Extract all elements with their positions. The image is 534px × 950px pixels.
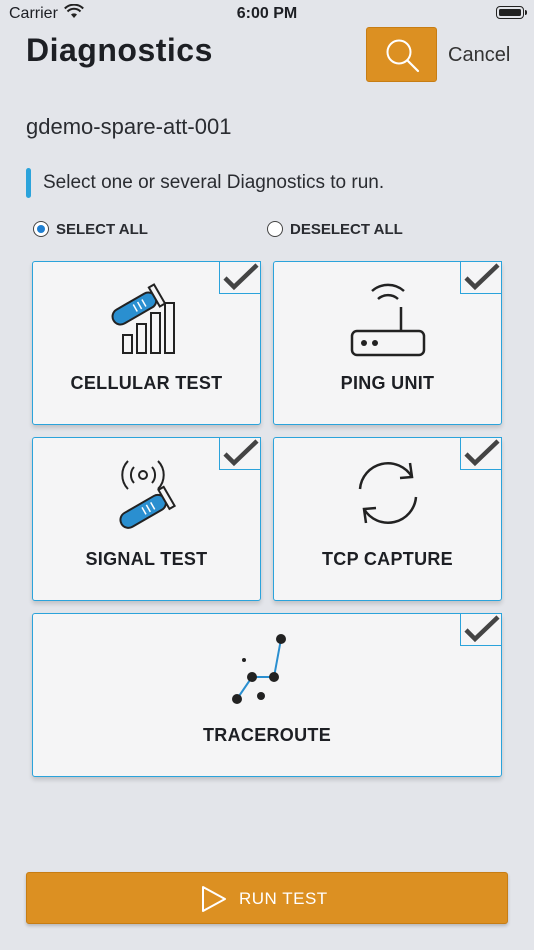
search-button[interactable] [366,27,437,82]
tile-tcp-capture[interactable]: TCP CAPTURE [273,437,502,601]
select-all-radio-indicator [33,221,49,237]
status-bar: Carrier 6:00 PM [0,0,534,28]
tile-cellular-test[interactable]: CELLULAR TEST [32,261,261,425]
tile-label: PING UNIT [340,373,435,393]
search-icon [386,39,420,73]
signal-test-icon [118,460,176,529]
page-title: Diagnostics [26,32,213,68]
traceroute-icon [232,634,286,704]
cellular-test-icon [111,283,175,354]
cancel-button[interactable]: Cancel [448,44,510,67]
clock: 6:00 PM [236,5,298,22]
tile-label: TRACEROUTE [203,725,331,745]
refresh-cycle-icon [358,462,417,524]
tile-label: SIGNAL TEST [85,549,208,569]
instruction-text: Select one or several Diagnostics to run… [43,172,385,193]
deselect-all-label: DESELECT ALL [290,220,403,238]
deselect-all-radio[interactable]: DESELECT ALL [267,219,403,239]
select-all-radio[interactable]: SELECT ALL [33,219,148,239]
deselect-all-radio-indicator [267,221,283,237]
battery-icon [496,6,527,19]
device-name: gdemo-spare-att-001 [26,114,232,139]
run-test-button[interactable]: RUN TEST [26,872,508,924]
tile-label: TCP CAPTURE [322,549,453,569]
instruction-accent-bar [26,168,31,198]
tile-ping-unit[interactable]: PING UNIT [273,261,502,425]
router-icon [350,283,425,357]
tile-label: CELLULAR TEST [70,373,223,393]
play-icon [202,886,226,912]
tile-traceroute[interactable]: TRACEROUTE [32,613,502,777]
select-all-label: SELECT ALL [56,220,148,238]
run-test-label: RUN TEST [239,889,328,908]
tile-signal-test[interactable]: SIGNAL TEST [32,437,261,601]
